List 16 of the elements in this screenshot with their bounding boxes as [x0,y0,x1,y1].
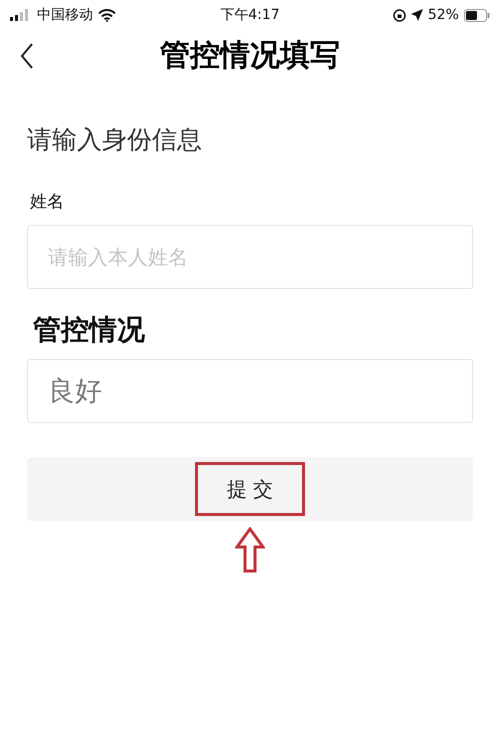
wifi-icon [98,8,116,22]
submit-button[interactable]: 提 交 [195,462,305,516]
carrier-name: 中国移动 [37,6,93,24]
input-field[interactable]: 请输入本人姓名 [27,225,473,289]
up-arrow-icon [235,527,265,573]
clock-time: 下午4:17 [220,6,280,24]
battery-percent: 52% [428,7,459,23]
battery-icon [464,8,490,22]
field-label: 管控情况 [33,312,146,348]
input-field[interactable]: 良好 [27,359,473,423]
section-heading: 请输入身份信息 [27,124,203,156]
back-icon[interactable] [20,43,34,69]
field-label: 姓名 [30,191,65,213]
location-arrow-icon [410,9,423,21]
page-title: 管控情况填写 [160,36,340,74]
rotation-lock-icon [392,8,406,22]
